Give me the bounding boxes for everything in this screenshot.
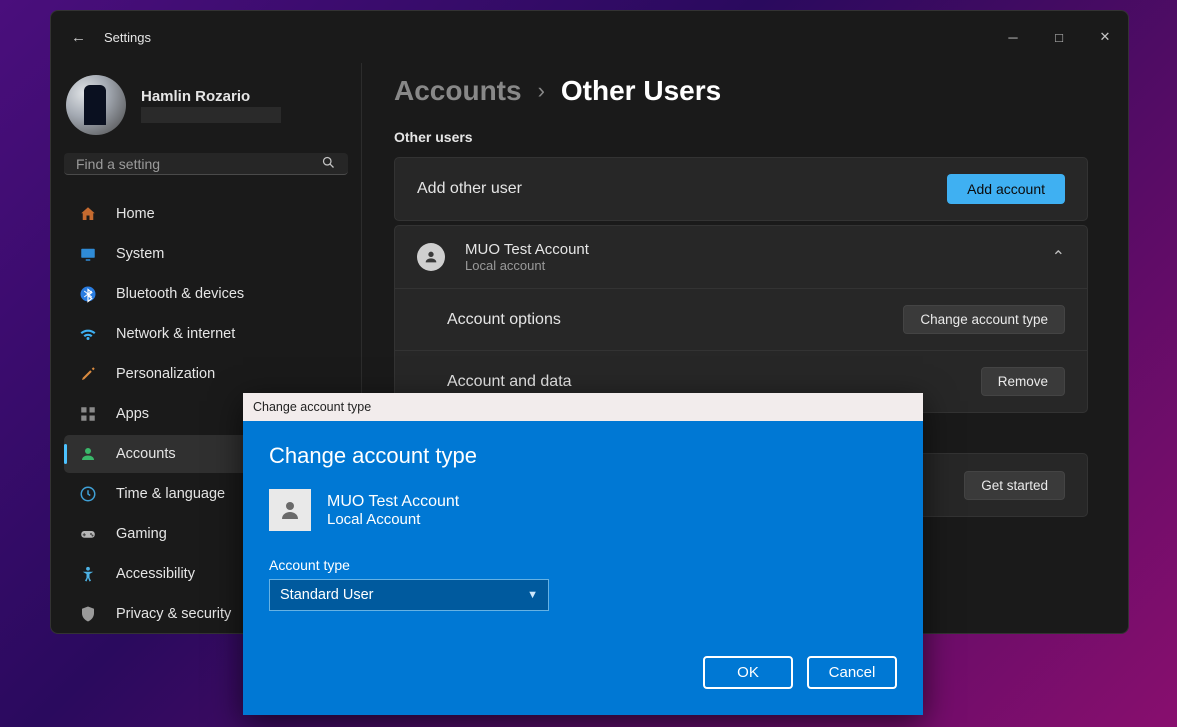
add-account-button[interactable]: Add account [947, 174, 1065, 204]
nav-bluetooth[interactable]: Bluetooth & devices [64, 275, 348, 313]
brush-icon [78, 364, 98, 384]
close-button[interactable]: ✕ [1082, 17, 1128, 57]
dialog-user: MUO Test Account Local Account [269, 489, 897, 531]
section-title: Other users [394, 129, 1088, 145]
chevron-down-icon: ▼ [527, 589, 538, 601]
nav-label: Personalization [116, 366, 215, 382]
account-card: MUO Test Account Local account ⌃ Account… [394, 225, 1088, 413]
window-buttons: ─ □ ✕ [990, 17, 1128, 57]
search-input[interactable] [76, 156, 321, 172]
bluetooth-icon [78, 284, 98, 304]
accessibility-icon [78, 564, 98, 584]
get-started-button[interactable]: Get started [964, 471, 1065, 500]
account-type-dropdown[interactable]: Standard User ▼ [269, 579, 549, 611]
nav-label: Home [116, 206, 155, 222]
gaming-icon [78, 524, 98, 544]
dialog-user-name: MUO Test Account [327, 493, 459, 511]
nav-label: Privacy & security [116, 606, 231, 622]
nav-label: Time & language [116, 486, 225, 502]
breadcrumb-current: Other Users [561, 75, 721, 107]
wifi-icon [78, 324, 98, 344]
account-subtitle: Local account [465, 258, 589, 273]
nav-label: Bluetooth & devices [116, 286, 244, 302]
remove-account-button[interactable]: Remove [981, 367, 1065, 396]
account-options-row: Account options Change account type [395, 288, 1087, 350]
clock-icon [78, 484, 98, 504]
window-title: Settings [104, 30, 151, 45]
change-account-type-button[interactable]: Change account type [903, 305, 1065, 334]
nav-network[interactable]: Network & internet [64, 315, 348, 353]
accounts-icon [78, 444, 98, 464]
maximize-button[interactable]: □ [1036, 17, 1082, 57]
user-icon [269, 489, 311, 531]
search-box[interactable] [64, 153, 348, 175]
account-data-label: Account and data [447, 373, 572, 391]
nav-label: System [116, 246, 164, 262]
dialog-user-sub: Local Account [327, 511, 459, 528]
chevron-right-icon: › [538, 78, 545, 104]
nav-system[interactable]: System [64, 235, 348, 273]
user-email [141, 107, 281, 123]
add-other-user-label: Add other user [417, 180, 522, 198]
titlebar: ← Settings ─ □ ✕ [51, 11, 1128, 63]
dialog-heading: Change account type [269, 443, 897, 469]
nav-label: Apps [116, 406, 149, 422]
change-account-type-dialog: Change account type Change account type … [243, 393, 923, 715]
nav-home[interactable]: Home [64, 195, 348, 233]
shield-icon [78, 604, 98, 624]
account-header-row[interactable]: MUO Test Account Local account ⌃ [395, 226, 1087, 288]
account-type-label: Account type [269, 557, 897, 573]
dropdown-selected: Standard User [280, 587, 374, 603]
search-icon[interactable] [321, 155, 336, 173]
user-name: Hamlin Rozario [141, 88, 281, 105]
minimize-button[interactable]: ─ [990, 17, 1036, 57]
cancel-button[interactable]: Cancel [807, 656, 897, 689]
user-icon [417, 243, 445, 271]
chevron-up-icon: ⌃ [1052, 247, 1065, 267]
system-icon [78, 244, 98, 264]
dialog-title: Change account type [243, 393, 923, 421]
home-icon [78, 204, 98, 224]
nav-personalization[interactable]: Personalization [64, 355, 348, 393]
add-user-card: Add other user Add account [394, 157, 1088, 221]
user-header: Hamlin Rozario [64, 75, 348, 135]
user-avatar[interactable] [66, 75, 126, 135]
back-arrow-icon[interactable]: ← [71, 29, 86, 46]
apps-icon [78, 404, 98, 424]
ok-button[interactable]: OK [703, 656, 793, 689]
account-options-label: Account options [447, 311, 561, 329]
breadcrumb: Accounts › Other Users [394, 75, 1088, 107]
nav-label: Network & internet [116, 326, 235, 342]
breadcrumb-parent[interactable]: Accounts [394, 75, 522, 107]
account-name: MUO Test Account [465, 241, 589, 258]
nav-label: Accounts [116, 446, 176, 462]
nav-label: Accessibility [116, 566, 195, 582]
nav-label: Gaming [116, 526, 167, 542]
